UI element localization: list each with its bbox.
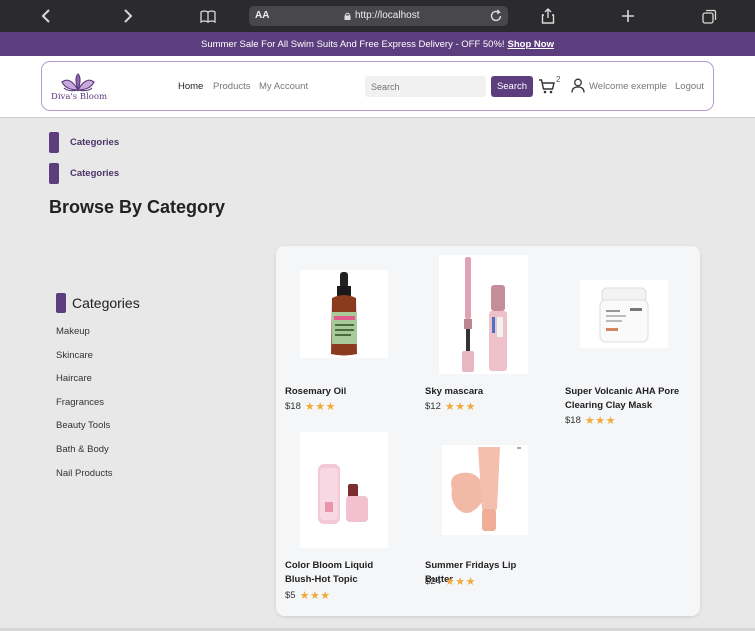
welcome-text: Welcome exemple	[589, 81, 667, 92]
user-icon[interactable]	[571, 78, 585, 93]
product-image[interactable]	[580, 280, 668, 348]
sidebar-item-bath-body[interactable]: Bath & Body	[56, 444, 109, 455]
address-bar[interactable]: AA http://localhost	[249, 6, 508, 26]
bookmarks-icon[interactable]	[198, 6, 218, 26]
product-name[interactable]: Super Volcanic AHA Pore Clearing Clay Ma…	[565, 385, 685, 413]
product-price: $18	[285, 401, 301, 412]
forward-icon[interactable]	[117, 6, 137, 26]
sidebar-heading: Categories	[56, 293, 140, 313]
sidebar-item-haircare[interactable]: Haircare	[56, 373, 92, 384]
logout-link[interactable]: Logout	[675, 81, 704, 92]
search-button[interactable]: Search	[491, 76, 533, 97]
sidebar-item-nail-products[interactable]: Nail Products	[56, 468, 113, 479]
category-tag[interactable]: Categories	[49, 163, 119, 184]
product-price-row: $18 ★★★	[565, 414, 616, 427]
lock-icon	[344, 12, 351, 20]
promo-text: Summer Sale For All Swim Suits And Free …	[200, 38, 505, 50]
cart-icon[interactable]	[538, 78, 556, 94]
category-tag-label: Categories	[70, 137, 120, 148]
product-image[interactable]	[442, 445, 528, 535]
category-tag-bar	[49, 132, 59, 153]
tabs-overview-icon[interactable]	[699, 6, 719, 26]
nav-card: Diva's Bloom Home Products My Account Se…	[41, 61, 714, 111]
product-image[interactable]	[300, 432, 388, 548]
clay-mask-jar-icon	[599, 287, 649, 343]
blush-bottle-icon	[318, 464, 368, 524]
cart-count-badge: 2	[556, 75, 561, 84]
nav-home[interactable]: Home	[178, 81, 203, 92]
reload-icon[interactable]	[489, 9, 503, 23]
product-name[interactable]: Sky mascara	[425, 385, 545, 399]
product-price: $18	[565, 415, 581, 426]
nav-products[interactable]: Products	[213, 81, 251, 92]
product-price: $24	[425, 576, 441, 587]
shop-now-link[interactable]: Shop Now	[508, 39, 554, 50]
sidebar-item-fragrances[interactable]: Fragrances	[56, 397, 104, 408]
promo-banner: Summer Sale For All Swim Suits And Free …	[0, 32, 755, 56]
product-name[interactable]: Rosemary Oil	[285, 385, 405, 399]
back-icon[interactable]	[37, 6, 57, 26]
product-price: $5	[285, 590, 296, 601]
product-price-row: $24 ★★★	[425, 575, 476, 588]
mascara-icon	[462, 257, 507, 372]
product-name[interactable]: Color Bloom Liquid Blush-Hot Topic	[285, 559, 405, 587]
star-rating-icon: ★★★	[304, 401, 336, 413]
category-tag[interactable]: Categories	[49, 132, 119, 153]
share-icon[interactable]	[538, 6, 558, 26]
product-image[interactable]	[300, 270, 388, 358]
product-price-row: $18 ★★★	[285, 400, 336, 413]
sidebar-item-beauty-tools[interactable]: Beauty Tools	[56, 420, 110, 431]
url-text: http://localhost	[355, 10, 420, 21]
product-image[interactable]	[439, 255, 528, 374]
reader-mode-button[interactable]: AA	[255, 10, 269, 21]
lip-butter-tube-icon	[451, 447, 521, 531]
star-rating-icon: ★★★	[444, 401, 476, 413]
sidebar-item-makeup[interactable]: Makeup	[56, 326, 90, 337]
sidebar-heading-bar	[56, 293, 66, 313]
star-rating-icon: ★★★	[584, 415, 616, 427]
sidebar-title: Categories	[72, 295, 140, 311]
nav-my-account[interactable]: My Account	[259, 81, 308, 92]
category-tag-bar	[49, 163, 59, 184]
sidebar-item-skincare[interactable]: Skincare	[56, 350, 93, 361]
product-price: $12	[425, 401, 441, 412]
product-grid: Rosemary Oil $18 ★★★ Sky mascara $12 ★★★	[276, 246, 700, 616]
search-input[interactable]	[365, 76, 486, 97]
product-price-row: $5 ★★★	[285, 589, 331, 602]
star-rating-icon: ★★★	[444, 576, 476, 588]
product-price-row: $12 ★★★	[425, 400, 476, 413]
oil-bottle-icon	[331, 272, 357, 356]
page-title: Browse By Category	[49, 197, 226, 217]
browser-toolbar: AA http://localhost	[0, 0, 755, 32]
url-display: http://localhost	[344, 10, 419, 21]
new-tab-icon[interactable]	[618, 6, 638, 26]
logo-text: Diva's Bloom	[51, 92, 108, 102]
category-tag-label: Categories	[70, 168, 120, 179]
star-rating-icon: ★★★	[299, 590, 331, 602]
